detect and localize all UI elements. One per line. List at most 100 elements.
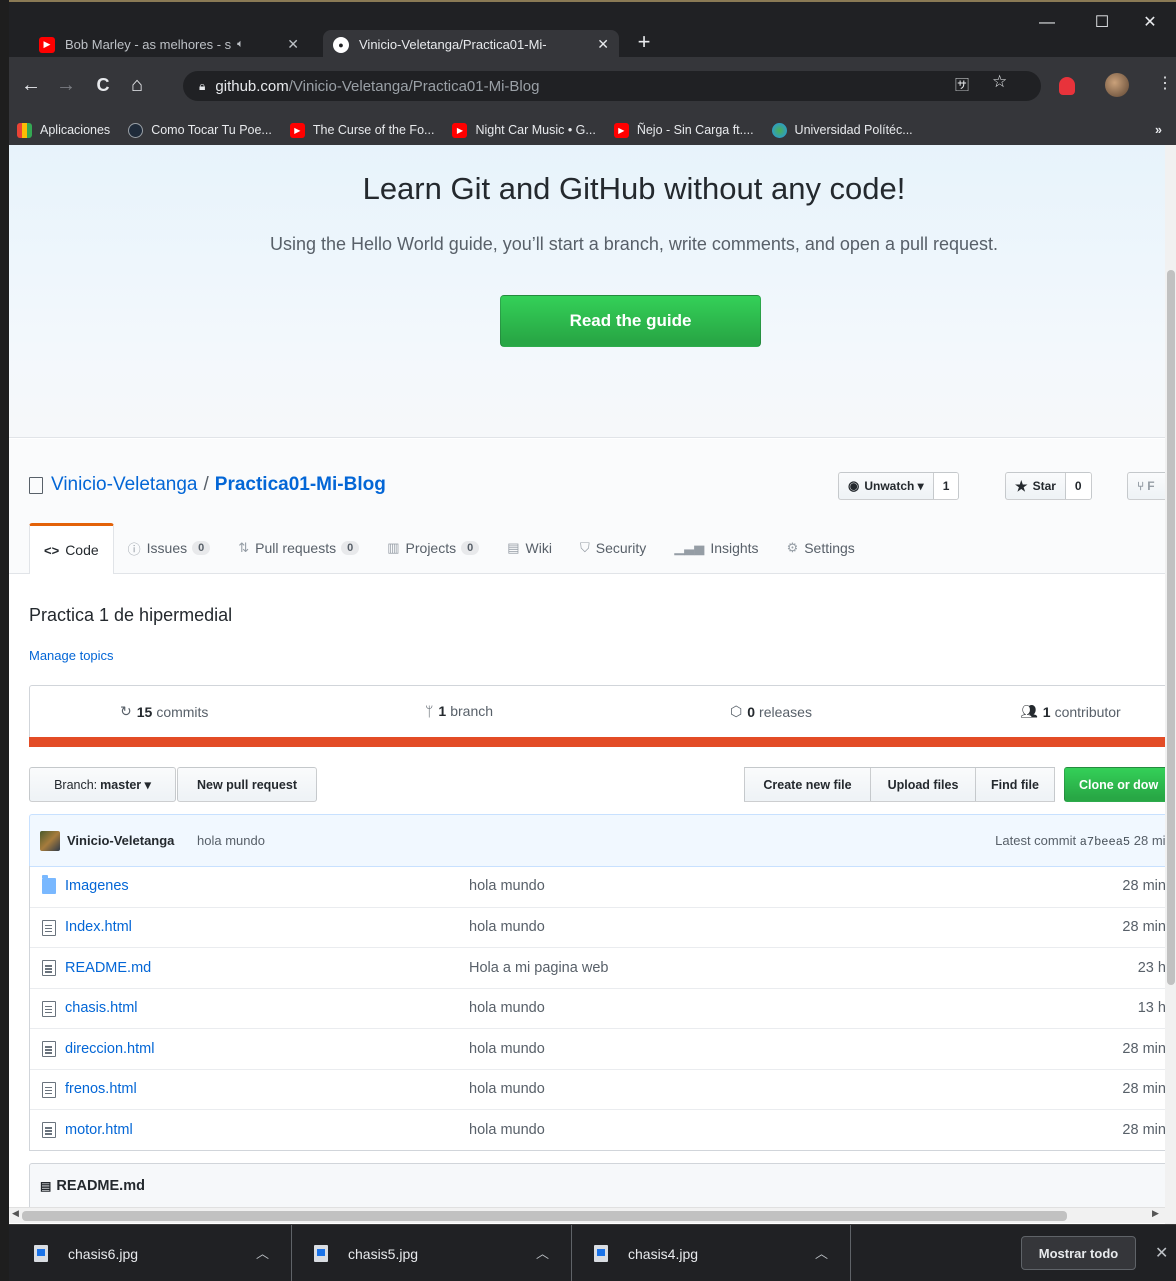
file-commit-message[interactable]: hola mundo [469,1081,545,1097]
latest-commit-info: Latest commit a7beea5 28 minu [995,833,1165,849]
browser-tab-github[interactable]: ● Vinicio-Veletanga/Practica01-Mi- ✕ [323,30,619,59]
chevron-up-icon[interactable]: ︿ [536,1243,549,1262]
tab-pull-requests[interactable]: ⇅ Pull requests 0 [224,523,373,573]
bookmark-item[interactable]: ▶ The Curse of the Fo... [289,122,434,138]
tab-label: Projects [405,540,457,556]
minimize-button[interactable]: — [1027,10,1067,40]
bookmark-label: Ñejo - Sin Carga ft.... [636,123,754,137]
extension-shield-icon[interactable] [1059,77,1075,95]
download-item[interactable]: chasis6.jpg ︿ [9,1225,292,1281]
tab-label: Security [595,540,647,556]
upload-files-button[interactable]: Upload files [870,767,976,802]
star-icon: ★ [1015,477,1028,494]
bookmark-apps[interactable]: Aplicaciones [17,122,110,138]
tab-wiki[interactable]: ▤ Wiki [493,523,566,573]
download-item[interactable]: chasis4.jpg ︿ [572,1225,851,1281]
file-name-link[interactable]: chasis.html [65,1000,138,1016]
tab-title: Vinicio-Veletanga/Practica01-Mi- [359,37,547,52]
find-file-button[interactable]: Find file [975,767,1055,802]
commit-message-link[interactable]: hola mundo [197,833,265,848]
bookmarks-overflow-button[interactable]: » [1155,123,1162,137]
tab-issues[interactable]: ⓘ Issues 0 [114,523,225,573]
bookmark-item[interactable]: Universidad Polítéc... [771,122,913,138]
releases-link[interactable]: ⬡ 0 releases [730,703,812,720]
vertical-scrollbar-thumb[interactable] [1167,270,1175,985]
file-commit-message[interactable]: hola mundo [469,1122,545,1138]
tab-projects[interactable]: ▥ Projects 0 [373,523,493,573]
bookmark-star-icon[interactable]: ☆ [992,72,1007,92]
close-window-button[interactable]: ✕ [1130,10,1170,40]
tab-code[interactable]: <> Code [29,523,114,574]
watch-count[interactable]: 1 [933,473,959,499]
tab-strip: ▶ Bob Marley - as melhores - s 🔈︎ ✕ ● Vi… [9,2,1176,59]
address-bar[interactable]: 🔒︎ github.com/Vinicio-Veletanga/Practica… [183,71,1041,101]
bookmark-item[interactable]: ▶ Ñejo - Sin Carga ft.... [613,122,754,138]
tab-insights[interactable]: ▁▃▅ Insights [660,523,772,573]
home-icon[interactable]: ⌂ [123,71,151,99]
projects-count: 0 [461,541,480,555]
file-name-link[interactable]: direccion.html [65,1041,154,1057]
star-count[interactable]: 0 [1065,473,1091,499]
book-icon: ▤ [507,540,520,555]
file-name-link[interactable]: Imagenes [65,878,129,894]
manage-topics-link[interactable]: Manage topics [29,648,114,663]
download-item[interactable]: chasis5.jpg ︿ [292,1225,572,1281]
forward-icon[interactable]: → [52,71,80,99]
close-downloads-button[interactable]: ✕ [1155,1243,1168,1263]
contributors-link[interactable]: 👥︎ 1 contributor [1020,703,1121,720]
language-bar[interactable] [29,737,1165,747]
file-name-link[interactable]: Index.html [65,919,132,935]
file-name-link[interactable]: motor.html [65,1122,133,1138]
read-guide-button[interactable]: Read the guide [500,295,761,347]
youtube-icon: ▶ [452,122,468,138]
star-button[interactable]: ★ Star 0 [1005,472,1092,500]
issue-icon: ⓘ [127,541,141,557]
create-new-file-button[interactable]: Create new file [744,767,871,802]
close-tab-icon[interactable]: ✕ [597,36,609,53]
file-name-link[interactable]: frenos.html [65,1081,137,1097]
repo-description: Practica 1 de hipermedial [29,605,233,625]
clone-download-button[interactable]: Clone or dow [1064,767,1165,802]
close-tab-icon[interactable]: ✕ [287,36,299,53]
scroll-right-icon[interactable]: ▶ [1152,1208,1159,1219]
file-commit-message[interactable]: hola mundo [469,919,545,935]
browser-tab-youtube[interactable]: ▶ Bob Marley - as melhores - s 🔈︎ ✕ [29,30,309,59]
file-commit-message[interactable]: hola mundo [469,1041,545,1057]
tab-settings[interactable]: ⚙ Settings [773,523,869,573]
bookmark-item[interactable]: ▶ Night Car Music • G... [452,122,596,138]
watch-button[interactable]: ◉ Unwatch ▾ 1 [838,472,960,500]
new-tab-button[interactable]: + [631,30,657,56]
translate-icon[interactable]: 🈂︎ [955,75,969,95]
bookmark-item[interactable]: Como Tocar Tu Poe... [128,122,272,138]
back-icon[interactable]: ← [17,71,45,99]
file-commit-message[interactable]: Hola a mi pagina web [469,960,608,976]
profile-avatar-icon[interactable] [1105,73,1129,97]
file-commit-message[interactable]: hola mundo [469,878,545,894]
reload-icon[interactable]: C [89,71,117,99]
avatar[interactable] [40,831,60,851]
commit-author-link[interactable]: Vinicio-Veletanga [67,833,174,848]
file-name-link[interactable]: README.md [65,960,151,976]
repo-name-link[interactable]: Practica01-Mi-Blog [215,474,386,496]
show-all-downloads-button[interactable]: Mostrar todo [1021,1236,1136,1270]
chevron-up-icon[interactable]: ︿ [815,1243,828,1262]
horizontal-scrollbar-thumb[interactable] [22,1211,1067,1221]
menu-dots-icon[interactable]: ⋮ [1157,73,1173,93]
fork-button[interactable]: ⑂ F [1127,472,1165,500]
maximize-button[interactable]: ☐ [1082,10,1122,40]
branch-select-button[interactable]: Branch: master ▾ [29,767,176,802]
people-icon: 👥︎ [1020,703,1038,719]
file-age: 28 minu [1122,1040,1165,1057]
branches-link[interactable]: ᛘ 1 branch [425,703,493,719]
file-icon [42,960,56,976]
commits-link[interactable]: ↻ 15 commits [120,703,208,720]
scroll-left-icon[interactable]: ◀ [12,1208,19,1219]
tab-security[interactable]: ⛉ Security [566,523,660,573]
speaker-icon[interactable]: 🔈︎ [237,38,244,51]
repo-owner-link[interactable]: Vinicio-Veletanga [51,474,197,496]
file-age: 28 minu [1122,1081,1165,1098]
new-pull-request-button[interactable]: New pull request [177,767,317,802]
file-commit-message[interactable]: hola mundo [469,1000,545,1016]
commit-sha-link[interactable]: a7beea5 [1080,835,1130,849]
chevron-up-icon[interactable]: ︿ [256,1243,269,1262]
